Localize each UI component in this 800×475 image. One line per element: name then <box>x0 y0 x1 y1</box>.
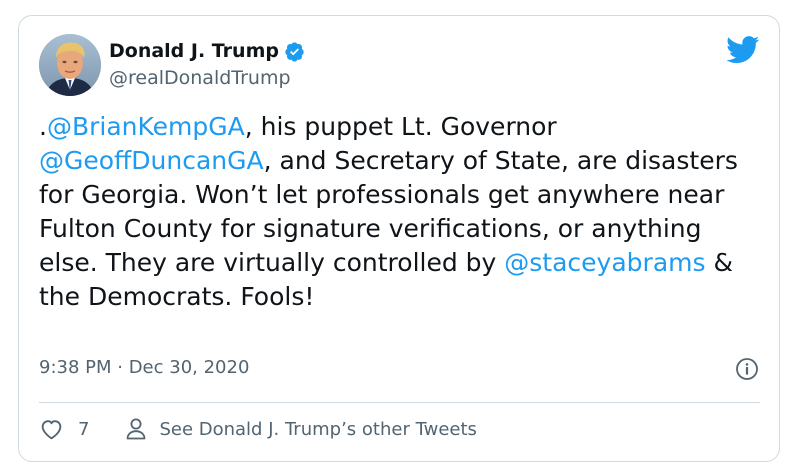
twitter-bird-icon[interactable] <box>726 36 760 64</box>
tweet-text-segment: . <box>39 112 47 141</box>
see-other-tweets-link[interactable]: See Donald J. Trump’s other Tweets <box>125 417 477 441</box>
author-block[interactable]: Donald J. Trump @realDonaldTrump <box>109 38 305 89</box>
avatar[interactable] <box>39 34 101 96</box>
author-handle[interactable]: @realDonaldTrump <box>109 67 305 89</box>
author-name-row: Donald J. Trump <box>109 38 305 64</box>
mention-link[interactable]: @GeoffDuncanGA <box>39 146 264 175</box>
info-icon[interactable] <box>735 357 759 381</box>
heart-icon <box>41 419 62 439</box>
like-count: 7 <box>78 418 90 440</box>
tweet-text-segment: , his puppet Lt. Governor <box>244 112 557 141</box>
tweet-text: .@BrianKempGA, his puppet Lt. Governor @… <box>39 110 759 314</box>
like-button[interactable]: 7 <box>39 417 89 442</box>
verified-badge-icon <box>285 41 304 62</box>
tweet-actions: 7 See Donald J. Trump’s other Tweets <box>39 415 477 443</box>
tweet-timestamp[interactable]: 9:38 PM · Dec 30, 2020 <box>39 357 249 378</box>
mention-link[interactable]: @staceyabrams <box>504 248 705 277</box>
tweet-card: Donald J. Trump @realDonaldTrump .@Brian… <box>18 15 780 462</box>
mention-link[interactable]: @BrianKempGA <box>47 112 245 141</box>
avatar-image <box>39 34 101 96</box>
author-name[interactable]: Donald J. Trump <box>109 40 279 62</box>
person-icon <box>127 418 146 440</box>
divider <box>39 402 760 403</box>
see-other-tweets-label: See Donald J. Trump’s other Tweets <box>159 418 477 440</box>
